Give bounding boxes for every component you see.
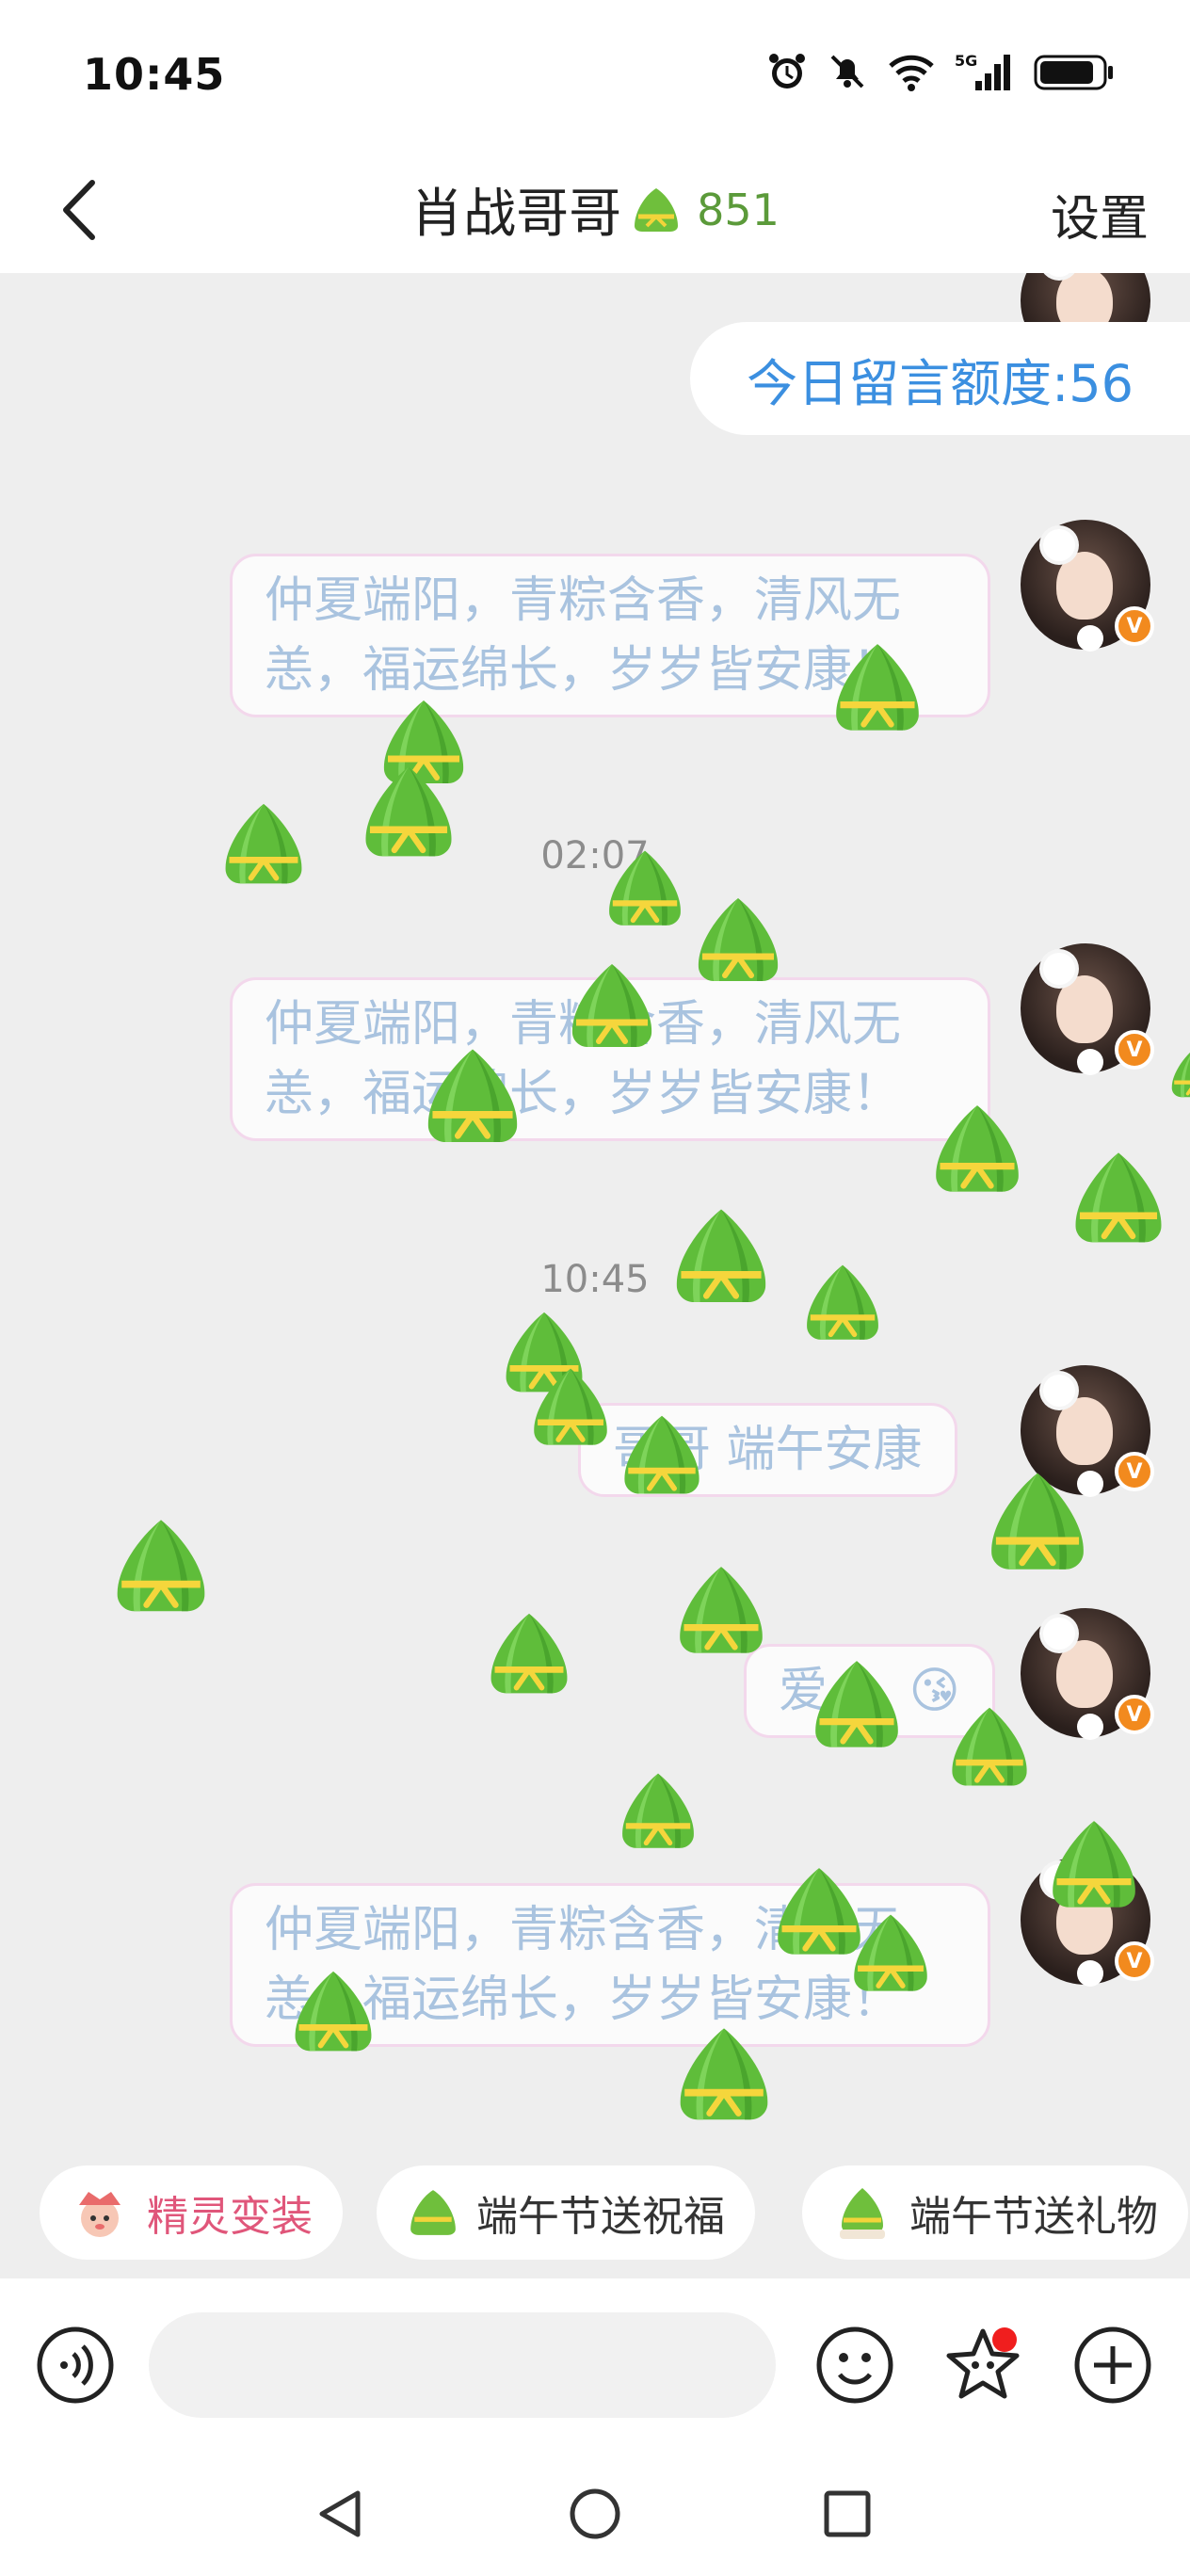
page-title: 肖战哥哥 — [410, 184, 622, 245]
zongzi-decoration — [534, 1368, 607, 1445]
quota-pill: 今日留言额度:56 — [690, 322, 1190, 435]
plus-button[interactable] — [1073, 2326, 1152, 2405]
avatar[interactable]: V — [1021, 1608, 1154, 1740]
nav-back-icon — [319, 2490, 361, 2537]
voice-icon — [37, 2326, 114, 2404]
emoji-icon — [816, 2326, 893, 2404]
status-bar: 10:45 5G — [0, 0, 1190, 151]
nav-back-button[interactable] — [303, 2476, 378, 2552]
notification-dot — [992, 2327, 1017, 2352]
quick-action-sprite[interactable]: 精灵变装 — [40, 2165, 343, 2260]
nav-home-icon — [570, 2488, 620, 2539]
timestamp: 10:45 — [540, 1258, 650, 1301]
zongzi-decoration — [295, 1971, 372, 2052]
wifi-icon — [887, 51, 936, 96]
zongzi-decoration — [365, 766, 452, 857]
quick-action-bar: 精灵变装 端午节送祝福 端午节送礼物 — [0, 2156, 1190, 2278]
chat-area[interactable]: 今日留言额度:56 V 仲夏端阳，青粽含香，清风无 恙，福运绵长，岁岁皆安康！ … — [0, 273, 1190, 2156]
zongzi-decoration — [836, 644, 919, 731]
message-text: 仲夏端阳，青粽含香，清风无 — [265, 572, 902, 629]
message-text: 恙，福运绵长，岁岁皆安康！ — [265, 1066, 902, 1122]
zongzi-decoration — [117, 1520, 205, 1612]
quick-action-blessing[interactable]: 端午节送祝福 — [377, 2165, 755, 2260]
zongzi-decoration — [815, 1661, 898, 1747]
zongzi-decoration — [624, 1415, 700, 1494]
quick-action-label: 端午节送祝福 — [476, 2193, 725, 2241]
emoji-button[interactable] — [815, 2326, 894, 2405]
zongzi-decoration — [936, 1105, 1019, 1192]
sticker-button[interactable] — [943, 2326, 1022, 2405]
zongzi-decoration — [1171, 1052, 1190, 1098]
nav-home-button[interactable] — [557, 2476, 633, 2552]
mute-icon — [827, 51, 868, 96]
chat-header: 肖战哥哥 851 设置 — [0, 151, 1190, 273]
zongzi-decoration — [225, 803, 302, 884]
quick-action-label: 精灵变装 — [147, 2193, 313, 2241]
battery-icon — [1034, 51, 1115, 96]
quota-text: 今日留言额度:56 — [747, 353, 1134, 413]
system-nav-bar — [0, 2448, 1190, 2576]
status-time: 10:45 — [83, 49, 226, 100]
zongzi-icon — [410, 2190, 456, 2235]
verified-badge: V — [1115, 606, 1154, 646]
network-label: 5G — [955, 52, 977, 70]
alarm-icon — [766, 51, 808, 96]
timestamp: 02:07 — [540, 834, 650, 877]
zongzi-decoration — [807, 1264, 878, 1340]
status-icons: 5G — [766, 51, 1115, 96]
avatar[interactable]: V — [1021, 520, 1154, 652]
zongzi-decoration — [1075, 1152, 1162, 1243]
zongzi-decoration — [680, 1567, 763, 1653]
quick-action-gift[interactable]: 端午节送礼物 — [802, 2165, 1188, 2260]
zongzi-count: 851 — [697, 184, 780, 235]
zongzi-decoration — [952, 1707, 1027, 1786]
zongzi-decoration — [698, 898, 779, 981]
plus-icon — [1074, 2326, 1151, 2404]
gift-zongzi-icon — [840, 2188, 885, 2239]
zongzi-decoration — [427, 1049, 518, 1143]
zongzi-icon — [635, 187, 679, 232]
signal-5g-icon: 5G — [955, 51, 1015, 96]
zongzi-decoration — [854, 1914, 927, 1991]
nav-recents-button[interactable] — [810, 2476, 885, 2552]
zongzi-decoration — [490, 1613, 568, 1694]
avatar[interactable]: V — [1021, 943, 1154, 1075]
verified-badge: V — [1115, 1452, 1154, 1491]
verified-badge: V — [1115, 1030, 1154, 1070]
voice-button[interactable] — [36, 2326, 115, 2405]
settings-button[interactable]: 设置 — [1051, 179, 1149, 250]
zongzi-decoration — [571, 964, 652, 1047]
input-bar — [0, 2278, 1190, 2448]
zongzi-decoration — [991, 1473, 1084, 1570]
zongzi-decoration — [1053, 1821, 1135, 1908]
nav-recents-icon — [824, 2490, 871, 2537]
verified-badge: V — [1115, 1941, 1154, 1981]
zongzi-decoration — [676, 1209, 766, 1303]
message-input[interactable] — [149, 2312, 776, 2418]
sprite-icon — [79, 2192, 121, 2237]
verified-badge: V — [1115, 1695, 1154, 1734]
quick-action-label: 端午节送礼物 — [909, 2193, 1158, 2241]
title-wrap: 肖战哥哥 851 — [0, 171, 1190, 248]
zongzi-decoration — [622, 1773, 694, 1848]
zongzi-decoration — [680, 2028, 768, 2120]
zongzi-decoration — [609, 850, 681, 926]
